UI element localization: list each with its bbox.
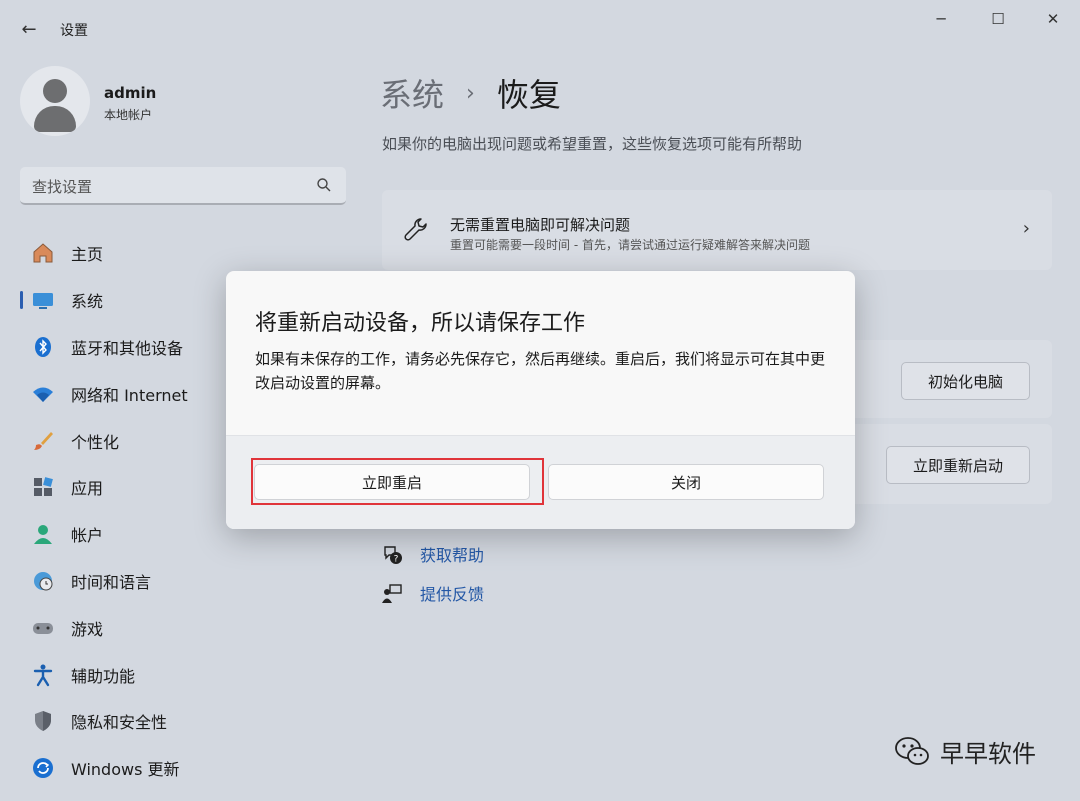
app-title: 设置 bbox=[60, 23, 88, 39]
search-placeholder: 查找设置 bbox=[32, 178, 93, 196]
breadcrumb: 系统 › 恢复 bbox=[380, 70, 561, 116]
svg-text:?: ? bbox=[394, 555, 399, 565]
close-window-button[interactable]: ✕ bbox=[1030, 6, 1076, 32]
close-dialog-button[interactable]: 关闭 bbox=[548, 464, 824, 500]
shield-icon bbox=[30, 708, 56, 734]
maximize-button[interactable]: ☐ bbox=[975, 6, 1021, 32]
apps-icon bbox=[30, 474, 56, 500]
avatar bbox=[20, 66, 90, 136]
brush-icon bbox=[30, 428, 56, 454]
account-icon bbox=[30, 521, 56, 547]
sidebar-item-windows-update[interactable]: Windows 更新 bbox=[20, 745, 350, 792]
clock-globe-icon bbox=[30, 568, 56, 594]
user-profile[interactable]: admin 本地帐户 bbox=[20, 66, 320, 138]
sidebar-item-home[interactable]: 主页 bbox=[20, 230, 350, 277]
fix-card-title: 无需重置电脑即可解决问题 bbox=[450, 216, 631, 234]
gamepad-icon bbox=[30, 615, 56, 641]
search-icon bbox=[317, 178, 331, 192]
restart-now-button[interactable]: 立即重新启动 bbox=[885, 446, 1030, 484]
account-type: 本地帐户 bbox=[104, 108, 153, 122]
breadcrumb-parent[interactable]: 系统 bbox=[380, 70, 444, 116]
back-button[interactable]: ← bbox=[14, 14, 44, 44]
close-icon: ✕ bbox=[1046, 10, 1060, 28]
update-icon bbox=[30, 755, 56, 781]
sidebar-item-gaming[interactable]: 游戏 bbox=[20, 604, 350, 651]
system-icon bbox=[30, 287, 56, 313]
page-description: 如果你的电脑出现问题或希望重置，这些恢复选项可能有所帮助 bbox=[382, 135, 803, 153]
maximize-icon: ☐ bbox=[991, 10, 1005, 28]
feedback-icon bbox=[380, 581, 404, 605]
minimize-icon: ─ bbox=[936, 10, 946, 28]
page-title: 恢复 bbox=[496, 76, 561, 114]
back-arrow-icon: ← bbox=[21, 18, 37, 40]
watermark-text: 早早软件 bbox=[940, 739, 1036, 768]
sidebar-item-privacy[interactable]: 隐私和安全性 bbox=[20, 698, 350, 745]
fix-card-subtitle: 重置可能需要一段时间 - 首先，请尝试通过运行疑难解答来解决问题 bbox=[450, 238, 810, 252]
breadcrumb-separator: › bbox=[466, 80, 475, 106]
bluetooth-icon bbox=[30, 334, 56, 360]
highlight-box bbox=[251, 458, 544, 505]
sidebar-item-accessibility[interactable]: 辅助功能 bbox=[20, 651, 350, 698]
search-input[interactable]: 查找设置 bbox=[20, 167, 346, 205]
get-help-link[interactable]: ? 获取帮助 bbox=[380, 542, 484, 566]
dialog-title: 将重新启动设备，所以请保存工作 bbox=[255, 311, 586, 336]
user-name: admin bbox=[104, 84, 157, 102]
reset-pc-button[interactable]: 初始化电脑 bbox=[900, 362, 1030, 400]
home-icon bbox=[30, 240, 56, 266]
restart-dialog: 将重新启动设备，所以请保存工作 如果有未保存的工作，请务必先保存它，然后再继续。… bbox=[226, 271, 855, 529]
dialog-body: 如果有未保存的工作，请务必先保存它，然后再继续。重启后，我们将显示可在其中更改启… bbox=[255, 350, 826, 392]
wifi-icon bbox=[30, 381, 56, 407]
help-chat-icon: ? bbox=[380, 542, 404, 566]
settings-window: ← 设置 ─ ☐ ✕ admin 本地帐户 查找设置 主页 系统 蓝牙和其他设备… bbox=[0, 0, 1080, 801]
wechat-icon bbox=[895, 737, 929, 765]
chevron-right-icon: › bbox=[1022, 218, 1030, 239]
wrench-icon bbox=[404, 218, 427, 241]
accessibility-icon bbox=[30, 662, 56, 688]
sidebar-item-time-language[interactable]: 时间和语言 bbox=[20, 558, 350, 605]
dialog-footer: 立即重启 关闭 bbox=[226, 435, 855, 529]
fix-problems-card[interactable]: 无需重置电脑即可解决问题 重置可能需要一段时间 - 首先，请尝试通过运行疑难解答… bbox=[382, 190, 1052, 270]
watermark: 早早软件 bbox=[892, 731, 1036, 771]
feedback-link[interactable]: 提供反馈 bbox=[380, 581, 484, 605]
title-bar: ← 设置 ─ ☐ ✕ bbox=[0, 0, 1080, 58]
minimize-button[interactable]: ─ bbox=[918, 6, 964, 32]
